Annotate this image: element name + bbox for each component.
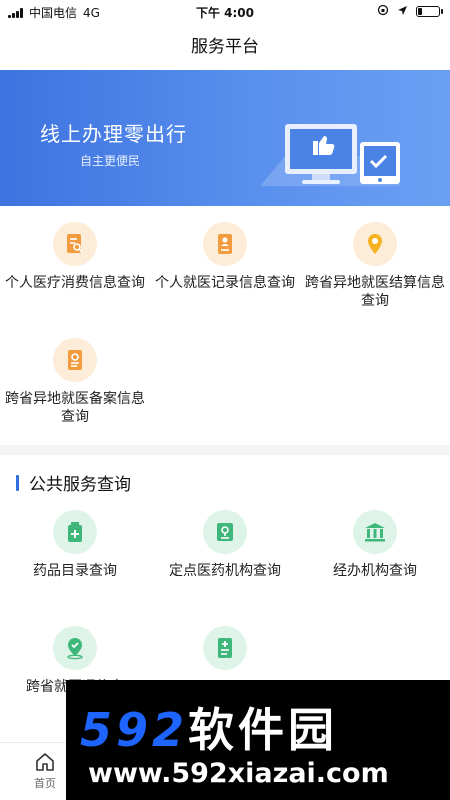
clinic-location-icon bbox=[203, 510, 247, 554]
service-grid: 个人医疗消费信息查询 个人就医记录信息查询 跨省异地就医结算信息查询 跨省异地就… bbox=[0, 206, 450, 438]
public-designated-institutions[interactable]: 定点医药机构查询 bbox=[150, 494, 300, 610]
tab-home-label: 首页 bbox=[34, 777, 56, 790]
tab-home[interactable]: 首页 bbox=[20, 751, 70, 791]
document-search-icon bbox=[53, 222, 97, 266]
watermark-url: www.592xiazai.com bbox=[88, 758, 389, 789]
location-pin-icon bbox=[353, 222, 397, 266]
watermark-brand-num: 592 bbox=[80, 703, 189, 757]
watermark-overlay: 592软件园 www.592xiazai.com bbox=[66, 680, 450, 800]
service-label: 跨省异地就医备案信息查询 bbox=[5, 391, 145, 425]
service-label: 经办机构查询 bbox=[333, 563, 417, 579]
computer-thumbs-up-illustration bbox=[260, 124, 400, 186]
filing-document-icon bbox=[53, 338, 97, 382]
location-arrow-icon bbox=[397, 5, 408, 19]
watermark-brand-cn: 软件园 bbox=[188, 703, 339, 757]
service-label: 药品目录查询 bbox=[33, 563, 117, 579]
battery-icon bbox=[416, 6, 443, 17]
watermark-brand: 592软件园 bbox=[80, 694, 338, 760]
public-service-header: 公共服务查询 bbox=[16, 470, 131, 495]
service-label: 个人就医记录信息查询 bbox=[155, 275, 295, 291]
banner-subtitle: 自主更便民 bbox=[80, 154, 141, 168]
service-label: 个人医疗消费信息查询 bbox=[5, 275, 145, 291]
document-plus-icon bbox=[203, 626, 247, 670]
map-pin-check-icon bbox=[53, 626, 97, 670]
banner-title: 线上办理零出行 bbox=[40, 122, 187, 146]
status-right bbox=[377, 4, 443, 19]
section-title: 公共服务查询 bbox=[29, 475, 131, 495]
section-accent-bar bbox=[16, 474, 19, 491]
page-title: 服务平台 bbox=[191, 37, 259, 57]
home-icon bbox=[36, 753, 54, 771]
service-medical-consumption[interactable]: 个人医疗消费信息查询 bbox=[0, 206, 150, 322]
promo-banner[interactable]: 线上办理零出行 自主更便民 bbox=[0, 70, 450, 206]
public-agency-institutions[interactable]: 经办机构查询 bbox=[300, 494, 450, 610]
service-medical-record[interactable]: 个人就医记录信息查询 bbox=[150, 206, 300, 322]
public-drug-catalog[interactable]: 药品目录查询 bbox=[0, 494, 150, 610]
medical-record-icon bbox=[203, 222, 247, 266]
service-cross-province-settlement[interactable]: 跨省异地就医结算信息查询 bbox=[300, 206, 450, 322]
rotation-lock-icon bbox=[377, 4, 389, 19]
service-cross-province-filing[interactable]: 跨省异地就医备案信息查询 bbox=[0, 322, 150, 438]
status-bar: 中国电信 4G 下午 4:00 bbox=[0, 0, 450, 24]
institution-building-icon bbox=[353, 510, 397, 554]
section-divider bbox=[0, 445, 450, 455]
medicine-bottle-icon bbox=[53, 510, 97, 554]
service-label: 跨省异地就医结算信息查询 bbox=[305, 275, 445, 309]
service-label: 定点医药机构查询 bbox=[169, 563, 281, 579]
